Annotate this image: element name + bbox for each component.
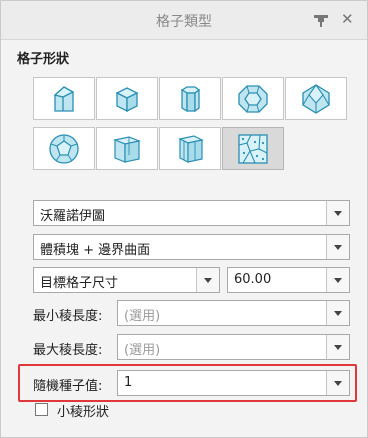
shape-pentagonal-prism[interactable]	[33, 77, 95, 120]
chevron-down-icon[interactable]	[326, 335, 349, 359]
rhombic-dodecahedron-icon	[302, 83, 330, 114]
min-edge-label: 最小稜長度:	[33, 309, 103, 324]
shape-truncated-octahedron[interactable]	[222, 77, 284, 120]
small-edge-checkbox[interactable]	[35, 403, 48, 416]
target-size-input[interactable]: 60.00	[227, 267, 350, 293]
close-icon[interactable]: ✕	[341, 10, 354, 28]
target-size-mode-select[interactable]: 目標格子尺寸	[33, 267, 220, 293]
max-edge-input[interactable]: (選用)	[117, 334, 350, 360]
volume-boundary-select[interactable]: 體積塊 + 邊界曲面	[33, 234, 350, 260]
shape-dodecahedron[interactable]	[33, 127, 95, 170]
shape-hexagonal-prism[interactable]	[159, 77, 221, 120]
voronoi-icon	[238, 133, 268, 164]
truncated-octahedron-icon	[238, 84, 268, 113]
dodecahedron-icon	[49, 133, 79, 164]
panel-titlebar: 格子類型 ✕	[1, 1, 367, 40]
shape-cube[interactable]	[96, 77, 158, 120]
chevron-down-icon[interactable]	[326, 235, 349, 259]
shape-rhombic-dodecahedron[interactable]	[285, 77, 347, 120]
shape-voronoi[interactable]	[222, 127, 284, 170]
random-seed-highlight	[18, 364, 357, 402]
pin-icon[interactable]	[313, 13, 329, 27]
lattice-type-panel: 格子類型 ✕ 格子形狀 沃羅諾伊圖 體積塊 + 邊界曲面 目標格子尺寸 60.0…	[0, 0, 368, 438]
cube-icon	[115, 86, 139, 112]
hexagonal-prism-icon	[180, 85, 201, 112]
target-size-value: 60.00	[234, 272, 272, 287]
min-edge-input[interactable]: (選用)	[117, 300, 350, 326]
shape-twisted-prism-a[interactable]	[96, 127, 158, 170]
chevron-down-icon[interactable]	[326, 301, 349, 325]
pentagonal-prism-icon	[53, 85, 75, 112]
max-edge-label: 最大稜長度:	[33, 343, 103, 358]
chevron-down-icon[interactable]	[196, 268, 219, 292]
twisted-prism-b-icon	[178, 134, 204, 163]
chevron-down-icon[interactable]	[326, 268, 349, 292]
lattice-type-value: 沃羅諾伊圖	[40, 209, 106, 224]
max-edge-placeholder: (選用)	[124, 343, 161, 358]
chevron-down-icon[interactable]	[326, 201, 349, 225]
shape-twisted-prism-b[interactable]	[159, 127, 221, 170]
lattice-shape-label: 格子形狀	[17, 52, 70, 67]
lattice-type-select[interactable]: 沃羅諾伊圖	[33, 200, 350, 226]
twisted-prism-a-icon	[112, 135, 142, 163]
min-edge-placeholder: (選用)	[124, 309, 161, 324]
volume-boundary-value: 體積塊 + 邊界曲面	[40, 243, 151, 258]
small-edge-label: 小稜形狀	[57, 405, 110, 420]
target-size-mode-value: 目標格子尺寸	[40, 276, 119, 291]
